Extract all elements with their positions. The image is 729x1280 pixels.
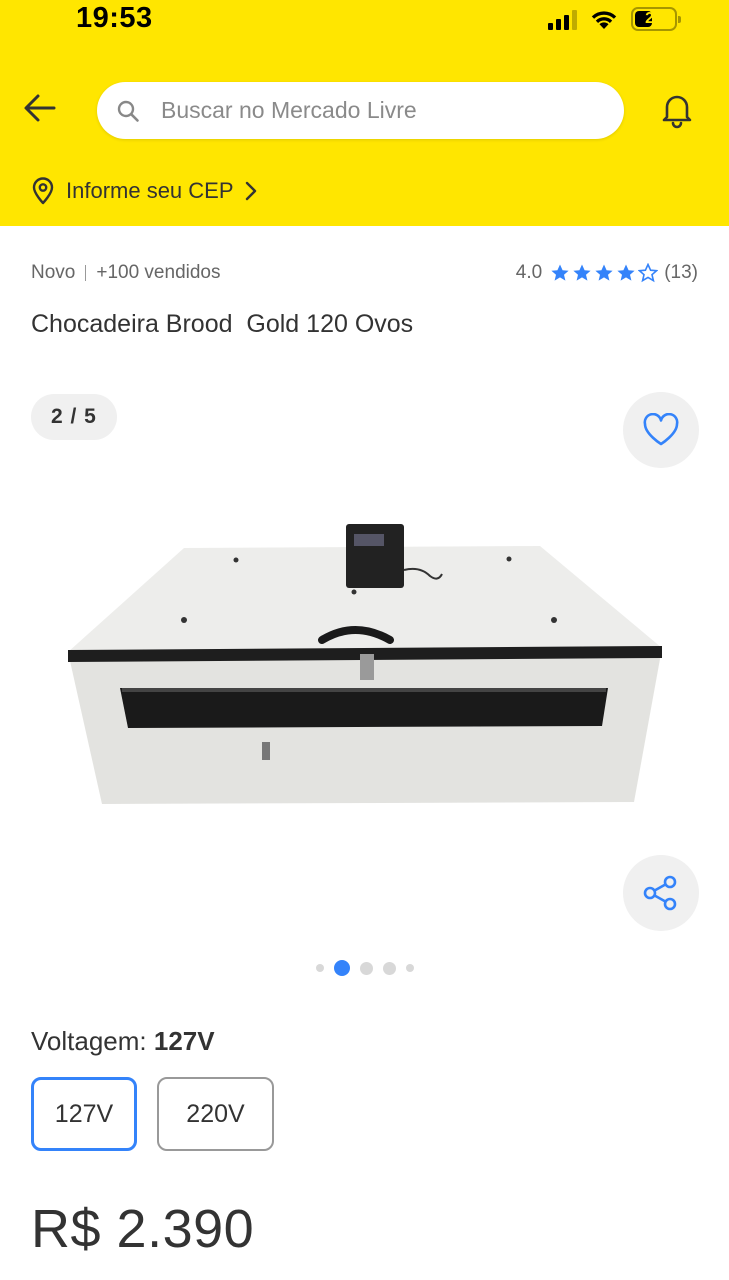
variant-options: 127V 220V — [31, 1077, 274, 1151]
app-header: 19:53 25 Buscar no Mercado Livre Informe… — [0, 0, 729, 226]
heart-icon — [643, 413, 679, 446]
star-filled-icon — [617, 264, 635, 281]
back-button[interactable] — [20, 88, 60, 128]
price: R$ 2.390 — [31, 1199, 255, 1259]
variant-label: Voltagem: 127V — [31, 1026, 215, 1057]
variant-selected-value: 127V — [153, 1026, 215, 1056]
image-counter: 2 / 5 — [31, 394, 117, 440]
bell-icon — [662, 95, 692, 129]
notifications-button[interactable] — [654, 86, 700, 132]
sold-count: +100 vendidos — [96, 262, 221, 283]
product-gallery[interactable]: 2 / 5 — [0, 380, 729, 990]
search-placeholder: Buscar no Mercado Livre — [161, 97, 417, 123]
star-filled-icon — [595, 264, 613, 281]
star-filled-icon — [551, 264, 569, 281]
variant-option-220v[interactable]: 220V — [157, 1077, 274, 1151]
location-pin-icon — [32, 177, 54, 205]
rating-count: (13) — [664, 262, 698, 283]
product-title: Chocadeira Brood Gold 120 Ovos — [31, 310, 414, 338]
share-icon — [643, 875, 677, 911]
condition-label: Novo — [31, 262, 76, 283]
battery-level: 25 — [645, 10, 663, 27]
star-filled-icon — [573, 264, 591, 281]
variant-option-127v[interactable]: 127V — [31, 1077, 137, 1151]
chevron-right-icon — [245, 181, 256, 201]
rating-summary[interactable]: 4.0 (13) — [516, 262, 698, 284]
share-button[interactable] — [623, 855, 699, 931]
gallery-pagination — [0, 960, 729, 976]
search-icon — [115, 98, 141, 124]
divider — [85, 265, 87, 281]
cep-label: Informe seu CEP — [66, 178, 234, 203]
arrow-left-icon — [24, 94, 56, 122]
pagination-dot[interactable] — [333, 960, 350, 976]
battery-icon: 25 — [631, 7, 681, 31]
star-empty-icon — [638, 263, 659, 283]
search-input[interactable]: Buscar no Mercado Livre — [97, 82, 624, 139]
pagination-dot[interactable] — [382, 961, 396, 975]
pagination-dot[interactable] — [315, 964, 324, 972]
favorite-button[interactable] — [623, 392, 699, 468]
product-image-incubator[interactable] — [60, 520, 670, 820]
pagination-dot[interactable] — [405, 964, 414, 972]
wifi-icon — [591, 11, 617, 29]
rating-value: 4.0 — [515, 262, 543, 283]
cep-link[interactable]: Informe seu CEP — [30, 174, 258, 208]
signal-icon — [548, 8, 577, 30]
pagination-dot[interactable] — [359, 961, 373, 975]
rating-stars — [550, 263, 659, 283]
status-icons: 25 — [548, 6, 681, 32]
product-meta: Novo +100 vendidos — [31, 262, 221, 284]
variant-name: Voltagem: — [31, 1026, 154, 1056]
status-time: 19:53 — [76, 2, 153, 34]
